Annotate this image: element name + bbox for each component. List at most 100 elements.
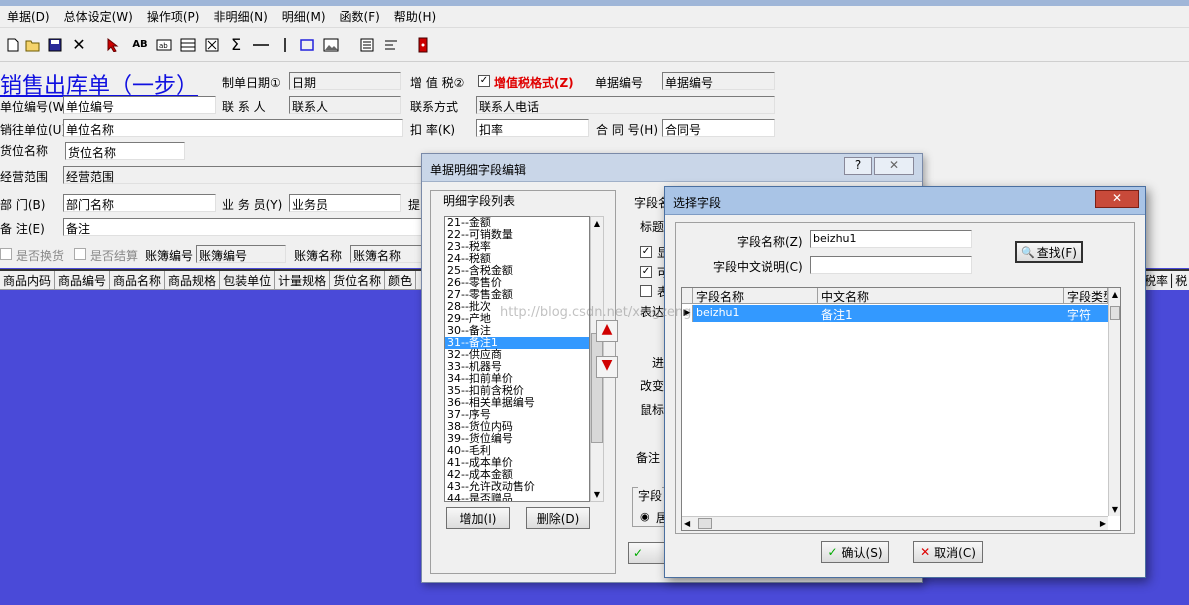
grid-col-header[interactable]: 商品编号 xyxy=(55,271,111,289)
find-button[interactable]: 🔍 查找(F) xyxy=(1015,241,1083,263)
field-name-input[interactable]: beizhu1 xyxy=(810,230,972,248)
menu-item[interactable]: 总体设定(W) xyxy=(57,8,140,25)
scroll-thumb[interactable] xyxy=(591,333,603,443)
hline-icon[interactable] xyxy=(252,36,270,54)
scroll-right-icon[interactable]: ▶ xyxy=(1100,517,1106,530)
docno-label: 单据编号 xyxy=(595,76,644,90)
exchange-checkbox[interactable] xyxy=(0,248,12,260)
salesman-field[interactable]: 业务员 xyxy=(289,194,401,212)
menu-item[interactable]: 非明细(N) xyxy=(206,8,274,25)
cancel-button[interactable]: ✕ 取消(C) xyxy=(913,541,983,563)
close-icon[interactable]: ✕ xyxy=(1095,190,1139,208)
add-field-button[interactable]: 增加(I) xyxy=(446,507,510,529)
table-hscrollbar[interactable]: ◀ ▶ xyxy=(682,516,1108,530)
field-list[interactable]: 21--金额 22--可销数量 23--税率 24--税额 25--含税金额 26--零售… xyxy=(444,216,590,502)
contact-field[interactable]: 联系人 xyxy=(289,96,401,114)
ok-button[interactable]: ✓ 确认(S) xyxy=(821,541,889,563)
discount-field[interactable]: 扣率 xyxy=(476,119,589,137)
scroll-left-icon[interactable]: ◀ xyxy=(684,517,690,530)
saleunit-field[interactable]: 单位名称 xyxy=(63,119,403,137)
sum-icon[interactable]: Σ xyxy=(227,36,245,54)
grid-col-header[interactable]: 计量规格 xyxy=(275,271,331,289)
move-up-icon[interactable]: ▲ xyxy=(596,320,618,342)
unitcode-field[interactable]: 单位编号 xyxy=(63,96,216,114)
search-icon: 🔍 xyxy=(1021,245,1035,259)
list-icon[interactable] xyxy=(382,36,400,54)
table-corner xyxy=(682,288,693,304)
scroll-thumb[interactable] xyxy=(1110,306,1120,320)
location-label: 货位名称 xyxy=(0,144,49,158)
vat-checkbox[interactable]: ✓ xyxy=(478,75,490,87)
table-icon[interactable] xyxy=(179,36,197,54)
contactway-field[interactable]: 联系人电话 xyxy=(476,96,775,114)
editable-checkbox[interactable]: ✓ xyxy=(640,266,652,278)
grid-col-header[interactable]: 商品内码 xyxy=(0,271,56,289)
settle-checkbox[interactable] xyxy=(74,248,86,260)
scope-field[interactable]: 经营范围 xyxy=(63,166,423,184)
docno-field[interactable]: 单据编号 xyxy=(662,72,775,90)
scroll-up-icon[interactable]: ▲ xyxy=(1109,290,1120,299)
grid-col-header[interactable]: 商品名称 xyxy=(110,271,166,289)
delete-field-button[interactable]: 删除(D) xyxy=(526,507,590,529)
ok-button-label: 确认(S) xyxy=(841,545,883,560)
open-folder-icon[interactable] xyxy=(24,36,42,54)
pointer-icon[interactable] xyxy=(104,36,122,54)
remark-field[interactable]: 备注 xyxy=(63,218,423,236)
remark-label: 备 注(E) xyxy=(0,222,45,236)
scroll-thumb[interactable] xyxy=(698,518,712,529)
table-checkbox[interactable] xyxy=(640,285,652,297)
settle-label: 是否结算 xyxy=(90,249,139,263)
scroll-down-icon[interactable]: ▼ xyxy=(1109,505,1120,514)
report-icon[interactable] xyxy=(358,36,376,54)
text-ab-icon[interactable]: AB xyxy=(131,36,149,54)
cell-field-type: 字符 xyxy=(1067,308,1092,322)
dept-field[interactable]: 部门名称 xyxy=(63,194,216,212)
menu-item[interactable]: 单据(D) xyxy=(0,8,57,25)
grid-col-header[interactable]: 包装单位 xyxy=(220,271,276,289)
book-field[interactable]: 账簿编号 xyxy=(196,245,286,263)
move-down-icon[interactable]: ▼ xyxy=(596,356,618,378)
menu-bar: 单据(D) 总体设定(W) 操作项(P) 非明细(N) 明细(M) 函数(F) 帮助(H) xyxy=(0,6,1189,28)
close-icon[interactable]: ✕ xyxy=(874,157,914,175)
exit-icon[interactable] xyxy=(414,36,432,54)
contract-field[interactable]: 合同号 xyxy=(662,119,775,137)
field-cn-input[interactable] xyxy=(810,256,972,274)
tip-label: 提 xyxy=(408,198,421,212)
menu-item[interactable]: 帮助(H) xyxy=(387,8,443,25)
check-icon: ✓ xyxy=(827,545,838,559)
field-list-item[interactable]: 44--是否赠品 xyxy=(445,493,589,502)
location-field[interactable]: 货位名称 xyxy=(65,142,185,160)
grid-col-header[interactable]: 税 xyxy=(1175,274,1187,288)
image-icon[interactable] xyxy=(322,36,340,54)
grid-col-header[interactable]: 税率 xyxy=(1144,274,1168,288)
table-row[interactable]: beizhu1 备注1 字符 xyxy=(693,305,1108,322)
menu-item[interactable]: 明细(M) xyxy=(275,8,333,25)
delete-x-icon[interactable]: ✕ xyxy=(70,36,88,54)
align-radio[interactable]: ◉ xyxy=(640,510,650,523)
field-table: 字段名称 中文名称 字段类型 ▶ beizhu1 备注1 字符 ▲ ▼ ◀ ▶ xyxy=(681,287,1121,531)
bookname-field[interactable]: 账簿名称 xyxy=(350,245,423,263)
salesman-label: 业 务 员(Y) xyxy=(222,198,283,212)
save-icon[interactable] xyxy=(46,36,64,54)
grid-col-header[interactable]: 商品规格 xyxy=(165,271,221,289)
new-doc-icon[interactable] xyxy=(4,36,22,54)
column-header[interactable]: 中文名称 xyxy=(818,288,1064,304)
date-field[interactable]: 日期 xyxy=(289,72,401,90)
label-icon[interactable]: ab xyxy=(155,36,173,54)
menu-item[interactable]: 函数(F) xyxy=(333,8,387,25)
vline-icon[interactable] xyxy=(276,36,294,54)
dialog-title: 单据明细字段编辑 xyxy=(430,163,527,177)
column-header[interactable]: 字段名称 xyxy=(693,288,818,304)
column-header[interactable]: 字段类型 xyxy=(1064,288,1108,304)
show-checkbox[interactable]: ✓ xyxy=(640,246,652,258)
contactway-label: 联系方式 xyxy=(410,100,459,114)
scroll-down-icon[interactable]: ▼ xyxy=(591,490,603,499)
table-vscrollbar[interactable]: ▲ ▼ xyxy=(1108,288,1120,516)
menu-item[interactable]: 操作项(P) xyxy=(140,8,207,25)
field-icon[interactable] xyxy=(203,36,221,54)
help-icon[interactable]: ? xyxy=(844,157,872,175)
grid-col-header[interactable]: 货位名称 xyxy=(330,271,386,289)
scroll-up-icon[interactable]: ▲ xyxy=(591,219,603,228)
grid-col-header[interactable]: 颜色 xyxy=(385,271,417,289)
rect-icon[interactable] xyxy=(298,36,316,54)
